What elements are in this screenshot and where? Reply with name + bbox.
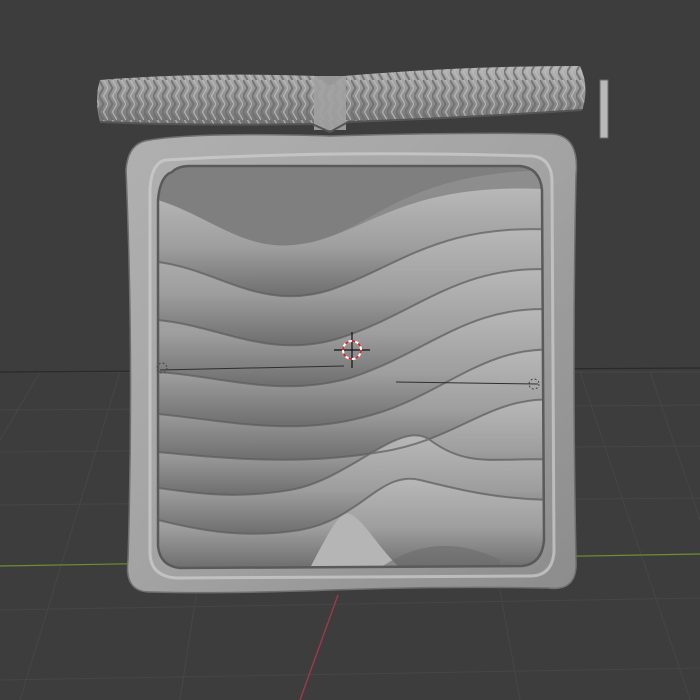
z-axis-line [299, 594, 339, 700]
viewport-canvas[interactable] [0, 0, 700, 700]
wave-panel-mesh[interactable] [125, 132, 578, 594]
viewport-scene[interactable] [0, 0, 700, 700]
ridged-bar-mesh[interactable] [97, 66, 586, 134]
3d-viewport[interactable] [0, 0, 700, 700]
wave-relief [158, 166, 544, 568]
empty-object-icon[interactable] [599, 79, 609, 139]
